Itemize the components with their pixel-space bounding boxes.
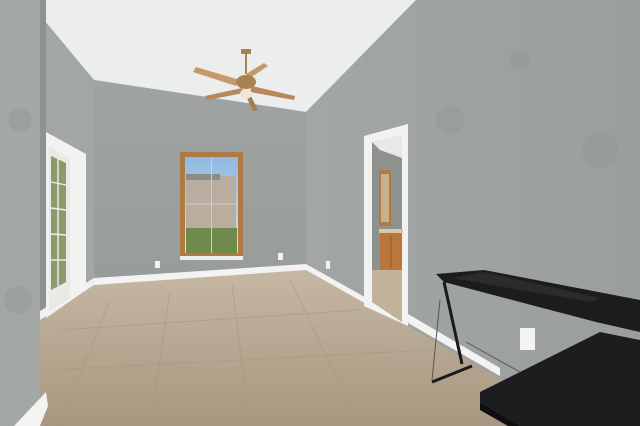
window-building-roof — [186, 174, 220, 180]
room-photo — [0, 0, 640, 426]
outlet-right-wall — [326, 261, 330, 269]
bathroom-counter — [379, 229, 403, 233]
outlet-back-right — [278, 253, 283, 260]
bathroom-mirror-glass — [381, 174, 389, 222]
outlet-back-left — [155, 261, 160, 268]
left-foreground-wall — [0, 0, 44, 426]
room-illustration — [0, 0, 640, 426]
window-sill — [180, 256, 243, 260]
outlet-right-foreground — [520, 328, 535, 350]
